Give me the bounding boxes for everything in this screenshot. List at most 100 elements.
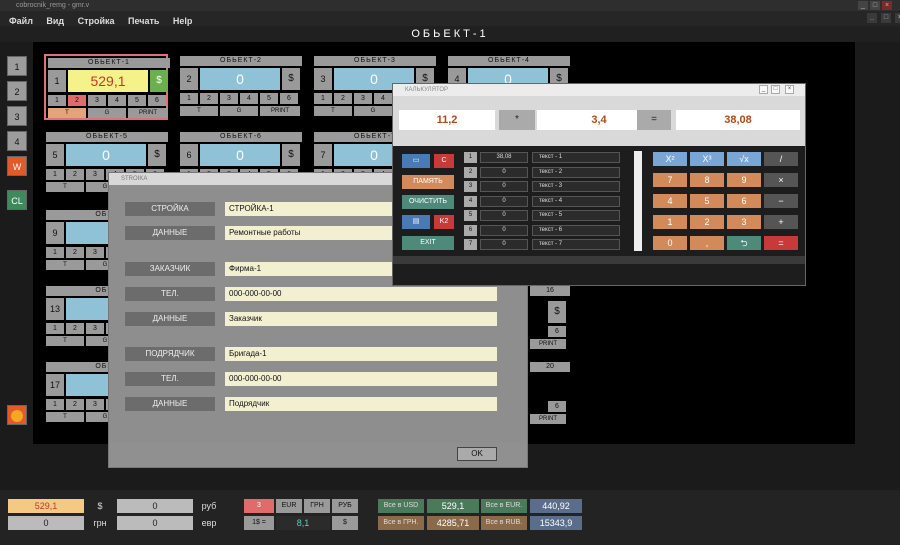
memory-value[interactable]: 0 [480, 166, 528, 178]
key-cube[interactable]: X³ [690, 152, 724, 166]
card-slot-2[interactable]: 2 [66, 247, 84, 258]
rub-button[interactable]: РУБ [332, 499, 358, 513]
calc-maximize-icon[interactable]: □ [771, 85, 780, 94]
key-6[interactable]: 6 [727, 194, 761, 208]
close-doc-icon[interactable]: × [895, 13, 900, 23]
card-slot-2[interactable]: 2 [68, 95, 86, 106]
memory-text[interactable]: текст - 5 [532, 210, 620, 221]
key-plus[interactable]: + [764, 215, 798, 229]
card-t-button[interactable]: T [46, 412, 84, 422]
card-t-button[interactable]: T [314, 106, 352, 116]
card-slot-1[interactable]: 1 [180, 93, 198, 104]
card-slot-5[interactable]: 5 [260, 93, 278, 104]
card-slot-4[interactable]: 4 [108, 95, 126, 106]
card-t-button[interactable]: T [46, 336, 84, 346]
side-button-4[interactable]: 4 [7, 131, 27, 151]
object-card[interactable]: ОБЬЕКТ-1 1 529,1 $1 2 3 4 5 6 T G PRINT [44, 54, 170, 120]
card-t-button[interactable]: T [46, 260, 84, 270]
memory-text[interactable]: текст - 4 [532, 195, 620, 207]
memory-text[interactable]: текст - 3 [532, 181, 620, 192]
card-dollar-button[interactable]: $ [150, 70, 168, 92]
card-slot-2[interactable]: 2 [200, 93, 218, 104]
card-g-button[interactable]: G [354, 106, 392, 116]
side-button-3[interactable]: 3 [7, 106, 27, 126]
memory-text[interactable]: текст - 1 [532, 152, 620, 163]
field-contractor[interactable]: Бригада-1 [225, 347, 497, 361]
memory-value[interactable]: 0 [480, 195, 528, 207]
backspace-button[interactable]: ▭ [402, 154, 430, 168]
card-slot-4[interactable]: 4 [374, 93, 392, 104]
card-print-button[interactable]: PRINT [260, 106, 300, 116]
restore-icon[interactable]: _ [867, 13, 877, 23]
card-slot-3[interactable]: 3 [86, 399, 104, 410]
rate-input[interactable]: 8,1 [276, 516, 330, 530]
side-button-1[interactable]: 1 [7, 56, 27, 76]
card-slot-2[interactable]: 2 [66, 169, 84, 180]
keyboard-button[interactable]: ▤ [402, 215, 430, 229]
card-slot-2[interactable]: 2 [66, 399, 84, 410]
card-g-button[interactable]: G [88, 108, 126, 118]
memory-value[interactable]: 0 [480, 181, 528, 192]
key-multiply[interactable]: × [764, 173, 798, 187]
card-slot-2[interactable]: 2 [66, 323, 84, 334]
key-divide[interactable]: / [764, 152, 798, 166]
field-data-2[interactable]: Заказчик [225, 312, 497, 326]
card-slot-1[interactable]: 1 [48, 95, 66, 106]
card-print-button[interactable]: PRINT [128, 108, 168, 118]
card-value[interactable]: 529,1 [68, 70, 148, 92]
card-slot-3[interactable]: 3 [86, 323, 104, 334]
key-square[interactable]: X² [653, 152, 687, 166]
calc-minimize-icon[interactable]: _ [759, 85, 768, 94]
memory-value[interactable]: 0 [480, 239, 528, 250]
card-slot-3[interactable]: 3 [86, 247, 104, 258]
field-contractor-phone[interactable]: 000-000-00-00 [225, 372, 497, 386]
card-slot-6[interactable]: 6 [148, 95, 166, 106]
card-slot-1[interactable]: 1 [46, 169, 64, 180]
key-8[interactable]: 8 [690, 173, 724, 187]
field-data-3[interactable]: Подрядчик [225, 397, 497, 411]
card-20-n6[interactable]: 6 [548, 401, 566, 412]
card-slot-3[interactable]: 3 [220, 93, 238, 104]
window-icon[interactable]: □ [881, 13, 891, 23]
rate-currency-button[interactable]: $ [332, 516, 358, 530]
field-customer-phone[interactable]: 000-000-00-00 [225, 287, 497, 301]
card-dollar-button[interactable]: $ [282, 144, 300, 166]
card-slot-2[interactable]: 2 [334, 93, 352, 104]
currency-3-button[interactable]: 3 [244, 499, 274, 513]
key-equals[interactable]: = [764, 236, 798, 250]
card-t-button[interactable]: T [48, 108, 86, 118]
card-16-dollar[interactable]: $ [548, 301, 566, 323]
close-icon[interactable]: × [882, 1, 892, 10]
key-comma[interactable]: , [690, 236, 724, 250]
key-minus[interactable]: − [764, 194, 798, 208]
minimize-icon[interactable]: _ [858, 1, 868, 10]
exit-button[interactable]: EXIT [402, 236, 454, 250]
card-slot-3[interactable]: 3 [86, 169, 104, 180]
card-20-print[interactable]: PRINT [530, 414, 566, 424]
key-7[interactable]: 7 [653, 173, 687, 187]
calc-close-icon[interactable]: × [785, 85, 794, 94]
card-16-n6[interactable]: 6 [548, 326, 566, 337]
memory-button[interactable]: ПАМЯТЬ [402, 175, 454, 189]
side-button-2[interactable]: 2 [7, 81, 27, 101]
card-value[interactable]: 0 [200, 144, 280, 166]
grn-button[interactable]: ГРН [304, 499, 330, 513]
memory-text[interactable]: текст - 6 [532, 224, 620, 236]
card-slot-1[interactable]: 1 [46, 323, 64, 334]
clear-button[interactable]: ОЧИСТИТЬ [402, 195, 454, 209]
key-sqrt[interactable]: √x [727, 152, 761, 166]
card-slot-4[interactable]: 4 [240, 93, 258, 104]
card-t-button[interactable]: T [180, 106, 218, 116]
key-1[interactable]: 1 [653, 215, 687, 229]
card-slot-1[interactable]: 1 [46, 247, 64, 258]
card-slot-1[interactable]: 1 [46, 399, 64, 410]
memory-value[interactable]: 0 [480, 210, 528, 221]
key-2[interactable]: 2 [690, 215, 724, 229]
key-5[interactable]: 5 [690, 194, 724, 208]
memory-scrollbar[interactable] [634, 151, 642, 251]
ok-button[interactable]: OK [457, 447, 497, 461]
card-slot-5[interactable]: 5 [128, 95, 146, 106]
key-0[interactable]: 0 [653, 236, 687, 250]
key-3[interactable]: 3 [727, 215, 761, 229]
card-dollar-button[interactable]: $ [148, 144, 166, 166]
